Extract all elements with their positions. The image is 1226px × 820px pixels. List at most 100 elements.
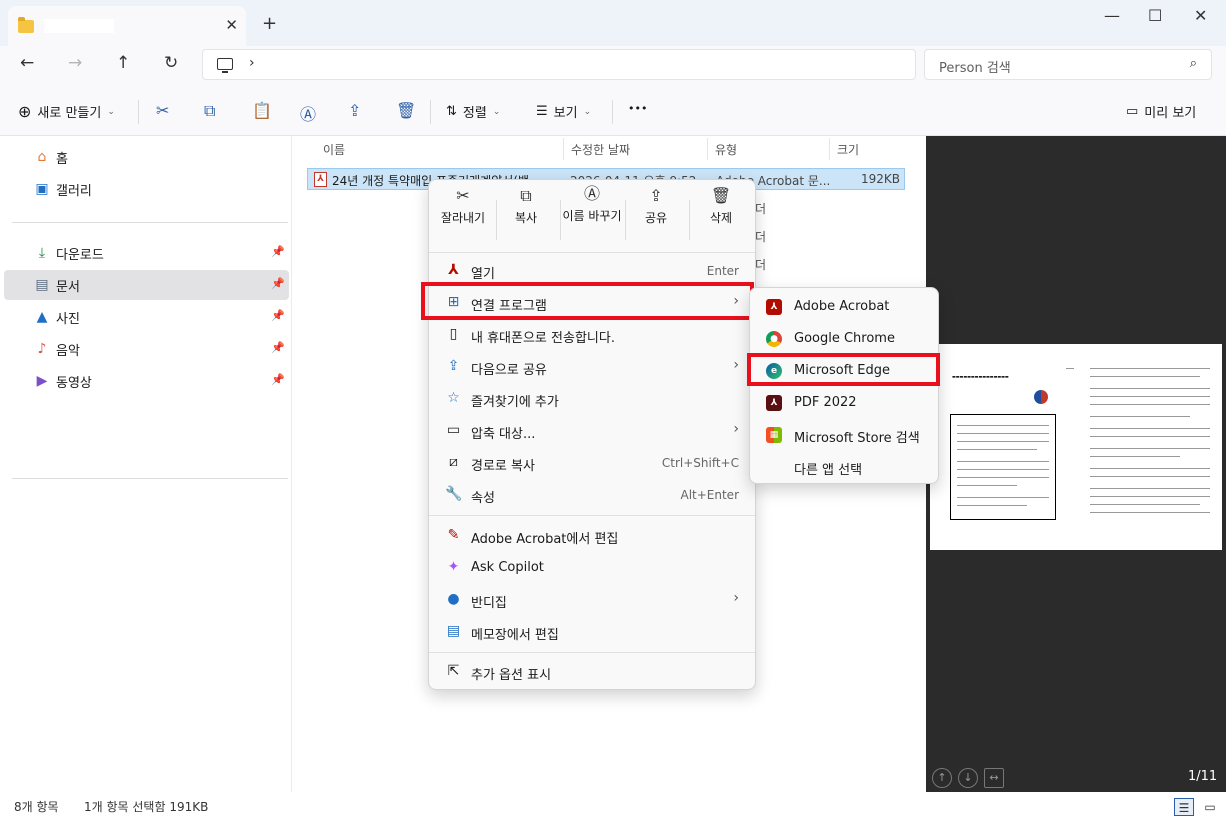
paste-icon[interactable]: 📋 (252, 101, 272, 120)
column-header-name[interactable]: 이름 (323, 141, 345, 158)
menu-item-label: 다음으로 공유 (471, 363, 547, 378)
sidebar-item-home[interactable]: ⌂ 홈 (4, 142, 289, 172)
pdf2022-icon: ⅄ (766, 395, 782, 411)
breadcrumb[interactable] (269, 57, 419, 73)
menu-item-edit-notepad[interactable]: ▤ 메모장에서 편집 (433, 617, 751, 647)
sort-button[interactable]: ⇅ 정렬 ⌄ (446, 102, 500, 121)
forward-arrow-icon[interactable]: → (68, 53, 82, 73)
context-menu: ✂ 잘라내기 ⧉ 복사 Ⓐ 이름 바꾸기 ⇪ 공유 🗑 삭제 ⅄ 열기 Ente… (428, 179, 756, 690)
store-icon: ▦ (766, 427, 782, 443)
view-button[interactable]: ☰ 보기 ⌄ (536, 102, 591, 121)
submenu-item-microsoft-store[interactable]: ▦ Microsoft Store 검색 (754, 420, 934, 450)
pin-icon[interactable]: 📌 (271, 373, 285, 386)
delete-icon[interactable]: 🗑 (396, 101, 416, 120)
chevron-right-icon[interactable]: › (249, 55, 255, 71)
music-icon: ♪ (37, 341, 47, 357)
new-button[interactable]: ⊕ 새로 만들기 ⌄ (18, 102, 115, 121)
sidebar-item-label: 다운로드 (56, 247, 104, 263)
title-bar: ✕ + — ☐ ✕ (0, 0, 1226, 46)
back-arrow-icon[interactable]: ← (20, 53, 34, 73)
menu-item-bandizip[interactable]: ● 반디집 › (433, 585, 751, 615)
menu-item-compress[interactable]: ▭ 압축 대상... › (433, 416, 751, 446)
submenu-item-label: Microsoft Store 검색 (794, 431, 920, 446)
menu-item-share-with[interactable]: ⇪ 다음으로 공유 › (433, 352, 751, 382)
command-bar: ⊕ 새로 만들기 ⌄ ✂ ⧉ 📋 Ⓐ ⇪ 🗑 ⇅ 정렬 ⌄ ☰ 보기 ⌄ •••… (0, 88, 1226, 136)
menu-item-ask-copilot[interactable]: ✦ Ask Copilot (433, 553, 751, 583)
preview-pane-button[interactable]: ▭ 미리 보기 (1126, 102, 1196, 121)
sidebar-item-pictures[interactable]: ▲ 사진 📌 (4, 302, 289, 332)
submenu-item-google-chrome[interactable]: ● Google Chrome (754, 324, 934, 354)
sidebar-item-music[interactable]: ♪ 음악 📌 (4, 334, 289, 364)
delete-label: 삭제 (709, 211, 733, 225)
search-input[interactable]: Person 검색 ⌕ (924, 49, 1212, 80)
pin-icon[interactable]: 📌 (271, 277, 285, 290)
sidebar-item-downloads[interactable]: ⤓ 다운로드 📌 (4, 238, 289, 268)
chevron-right-icon: › (733, 590, 739, 606)
toolbar-divider (138, 100, 139, 124)
delete-button[interactable]: 🗑 삭제 (689, 186, 753, 246)
copy-icon[interactable]: ⧉ (204, 101, 215, 121)
menu-item-shortcut: Enter (706, 264, 739, 278)
page-up-icon[interactable]: ↑ (932, 768, 952, 788)
search-placeholder: Person 검색 (939, 61, 1011, 76)
refresh-icon[interactable]: ↻ (164, 53, 178, 73)
sidebar-item-videos[interactable]: ▶ 동영상 📌 (4, 366, 289, 396)
navigation-pane: ⌂ 홈 ▣ 갤러리 ⤓ 다운로드 📌 ▤ 문서 📌 ▲ 사진 📌 ♪ 음악 📌 … (0, 136, 292, 792)
rename-icon[interactable]: Ⓐ (300, 101, 316, 125)
menu-item-properties[interactable]: 🔧 속성 Alt+Enter (433, 480, 751, 510)
menu-item-edit-acrobat[interactable]: ✎ Adobe Acrobat에서 편집 (433, 521, 751, 551)
cut-icon[interactable]: ✂ (156, 101, 169, 120)
explorer-tab[interactable]: ✕ (8, 6, 246, 46)
new-tab-button[interactable]: + (262, 13, 277, 34)
chevron-down-icon: ⌄ (583, 106, 592, 117)
column-header-size[interactable]: 크기 (837, 141, 859, 158)
download-icon: ⤓ (38, 245, 46, 261)
delete-icon: 🗑 (710, 186, 732, 205)
share-icon: ⇪ (649, 186, 663, 205)
share-icon: ⇪ (447, 358, 460, 374)
more-options-button[interactable]: ••• (628, 102, 647, 115)
close-tab-icon[interactable]: ✕ (225, 16, 238, 34)
details-view-icon[interactable]: ☰ (1174, 798, 1194, 816)
menu-item-add-favorite[interactable]: ☆ 즐겨찾기에 추가 (433, 384, 751, 414)
seal-icon (1034, 390, 1048, 404)
minimize-button[interactable]: — (1104, 6, 1120, 25)
submenu-item-choose-other-app[interactable]: 다른 앱 선택 (754, 452, 934, 482)
rename-button[interactable]: Ⓐ 이름 바꾸기 (559, 186, 625, 246)
acrobat-icon: ⅄ (448, 262, 459, 278)
sidebar-item-label: 동영상 (56, 375, 92, 391)
star-icon: ☆ (447, 390, 460, 406)
chevron-right-icon: › (733, 421, 739, 437)
fit-width-icon[interactable]: ↔ (984, 768, 1004, 788)
column-divider[interactable] (829, 138, 830, 160)
column-divider[interactable] (707, 138, 708, 160)
sidebar-item-gallery[interactable]: ▣ 갤러리 (4, 174, 289, 204)
copy-button[interactable]: ⧉ 복사 (494, 186, 558, 246)
column-divider[interactable] (563, 138, 564, 160)
sidebar-item-label: 음악 (56, 343, 80, 359)
menu-item-label: 반디집 (471, 596, 507, 611)
cut-button[interactable]: ✂ 잘라내기 (431, 186, 495, 246)
pin-icon[interactable]: 📌 (271, 341, 285, 354)
plus-circle-icon: ⊕ (18, 102, 32, 121)
menu-item-copy-path[interactable]: ⧄ 경로로 복사 Ctrl+Shift+C (433, 448, 751, 478)
share-icon[interactable]: ⇪ (348, 101, 361, 120)
rename-label: 이름 바꾸기 (562, 209, 622, 223)
sidebar-item-documents[interactable]: ▤ 문서 📌 (4, 270, 289, 300)
page-down-icon[interactable]: ↓ (958, 768, 978, 788)
pin-icon[interactable]: 📌 (271, 309, 285, 322)
column-header-date[interactable]: 수정한 날짜 (571, 141, 630, 158)
column-header-type[interactable]: 유형 (715, 141, 737, 158)
maximize-button[interactable]: ☐ (1148, 6, 1162, 25)
close-window-button[interactable]: ✕ (1194, 6, 1207, 25)
address-bar[interactable]: › (202, 49, 916, 80)
pin-icon[interactable]: 📌 (271, 245, 285, 258)
tiles-view-icon[interactable]: ▭ (1200, 798, 1220, 816)
address-row: ← → ↑ ↻ › Person 검색 ⌕ (0, 46, 1226, 88)
menu-item-send-to-phone[interactable]: ▯ 내 휴대폰으로 전송합니다. (433, 320, 751, 350)
share-button[interactable]: ⇪ 공유 (624, 186, 688, 246)
submenu-item-pdf-2022[interactable]: ⅄ PDF 2022 (754, 388, 934, 418)
submenu-item-adobe-acrobat[interactable]: ⅄ Adobe Acrobat (754, 292, 934, 322)
menu-item-show-more-options[interactable]: ⇱ 추가 옵션 표시 (433, 657, 751, 687)
up-arrow-icon[interactable]: ↑ (116, 53, 130, 73)
